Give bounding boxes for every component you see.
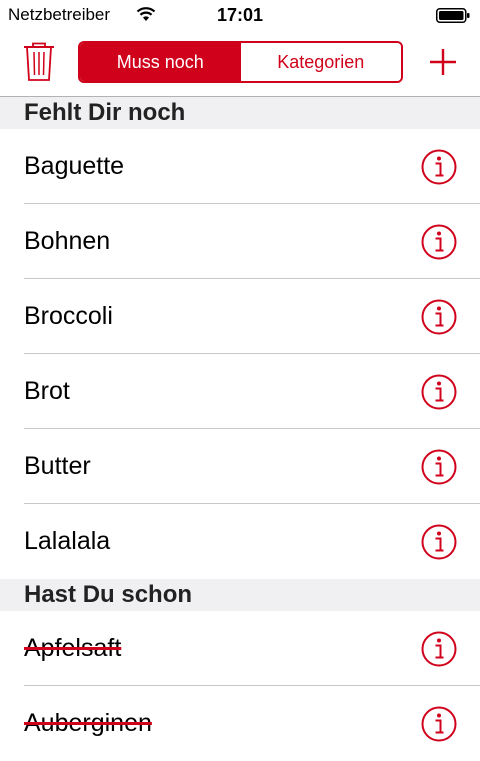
list-item[interactable]: Bohnen [0,204,480,279]
list-item[interactable]: Brot [0,354,480,429]
item-label: Auberginen [24,709,152,737]
list-item[interactable]: Baguette [0,129,480,204]
battery-icon [436,8,470,23]
view-segmented-control: Muss noch Kategorien [78,41,403,83]
segment-muss-noch[interactable]: Muss noch [80,43,241,81]
list-item[interactable]: Butter [0,429,480,504]
list-item[interactable]: Lalalala [0,504,480,579]
navigation-bar: Muss noch Kategorien [0,32,480,96]
info-icon[interactable] [421,631,457,667]
list-item[interactable]: Broccoli [0,279,480,354]
plus-icon[interactable] [428,47,458,77]
item-label: Butter [24,452,91,480]
item-label: Apfelsaft [24,634,122,662]
segment-kategorien[interactable]: Kategorien [240,43,401,81]
info-icon[interactable] [421,374,457,410]
info-icon[interactable] [421,224,457,260]
item-label: Lalalala [24,527,111,555]
info-icon[interactable] [421,706,457,742]
status-bar: Netzbetreiber 17:01 [0,0,480,32]
item-label: Brot [24,377,70,405]
trash-icon[interactable] [22,42,56,82]
item-label: Baguette [24,152,125,180]
item-label: Broccoli [24,302,113,330]
item-label: Bohnen [24,227,111,255]
clock: 17:01 [216,5,264,25]
info-icon[interactable] [421,449,457,485]
list-item-done[interactable]: Apfelsaft [0,611,480,686]
info-icon[interactable] [421,524,457,560]
section-header-have: Hast Du schon [0,579,480,611]
info-icon[interactable] [421,299,457,335]
list-item-done[interactable]: Auberginen [0,686,480,761]
section-header-missing: Fehlt Dir noch [0,97,480,129]
info-icon[interactable] [421,149,457,185]
